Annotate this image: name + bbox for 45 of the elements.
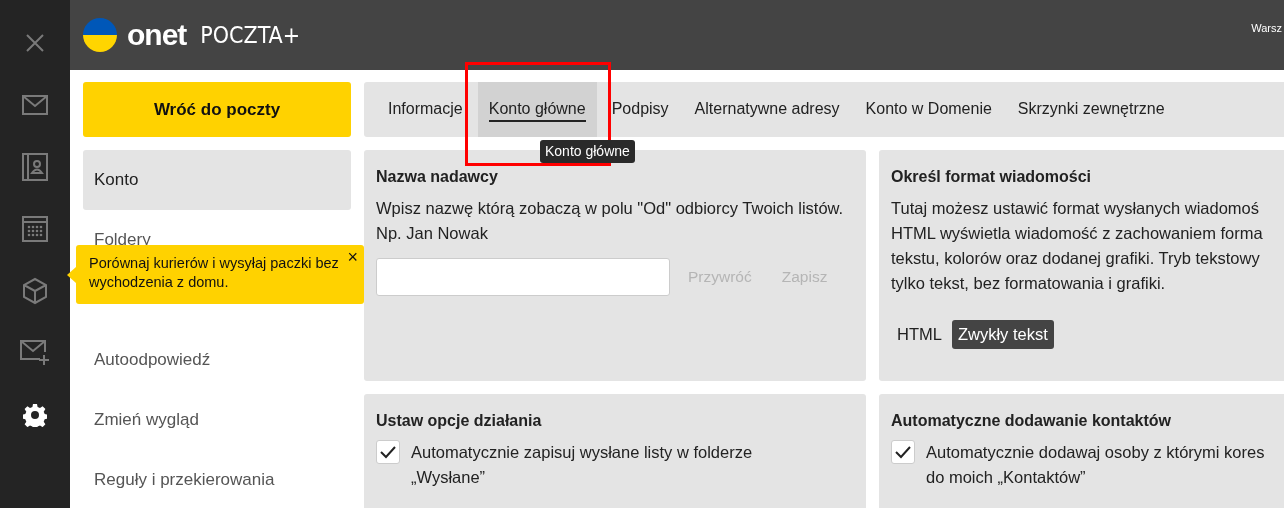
promo-text: Porównaj kurierów i wysyłaj paczki bez wychodzenia z domu. [89, 255, 339, 290]
menu-item[interactable]: Konto [83, 150, 351, 210]
mail-plus-icon [20, 340, 50, 366]
card-text-line: HTML wyświetla wiadomość z zachowaniem forma [891, 223, 1264, 244]
close-button[interactable]: × [347, 247, 358, 268]
card-title: Automatyczne dodawanie kontaktów [891, 412, 1173, 430]
tab[interactable]: Podpisy [600, 82, 680, 137]
location-text: Warsz [1251, 22, 1282, 34]
tab[interactable]: Alternatywne adresy [683, 82, 851, 137]
card-description: Wpisz nazwę którą zobaczą w polu "Od" odbiorcy Twoich listów. Np. Jan Nowak [376, 198, 845, 244]
tab[interactable]: Konto główne [477, 82, 597, 137]
format-option[interactable]: HTML [891, 320, 948, 349]
brand-name: onet [127, 18, 187, 52]
tab[interactable]: Skrzynki zewnętrzne [1006, 82, 1176, 137]
address-book-icon [22, 153, 48, 181]
checkbox-label: „Wysłane” [411, 467, 487, 488]
settings-icon [23, 403, 47, 427]
check-icon [380, 445, 396, 459]
check-icon [895, 445, 911, 459]
card-title: Ustaw opcje działania [376, 412, 543, 430]
checkbox-label: Automatycznie zapisuj wysłane listy w folderze [411, 442, 753, 463]
card-title: Określ format wiadomości [891, 168, 1093, 186]
close-icon [25, 33, 45, 53]
back-button[interactable]: Wróć do poczty [83, 82, 351, 137]
menu-item[interactable]: Zmień wygląd [83, 390, 351, 450]
format-option[interactable]: Zwykły tekst [951, 320, 1054, 349]
logo-icon [83, 18, 117, 52]
menu-item[interactable]: Reguły i przekierowania [83, 450, 351, 508]
envelope-icon [22, 95, 48, 115]
parcel-icon [22, 277, 48, 305]
tooltip: Konto główne [540, 140, 635, 163]
checkbox[interactable] [891, 440, 915, 464]
calendar-icon [22, 216, 48, 242]
tab[interactable]: Konto w Domenie [854, 82, 1003, 137]
sender-name-field[interactable] [376, 258, 670, 296]
card-text-line: tylko tekst, bez formatowania i grafiki. [891, 273, 1167, 294]
tab[interactable]: Informacje [377, 82, 474, 137]
checkbox-label: Automatycznie dodawaj osoby z którymi kores [926, 442, 1265, 463]
product-name: POCZTA+ [200, 22, 301, 48]
card-text-line: Tutaj możesz ustawić format wysłanych wiadomoś [891, 198, 1260, 219]
card-text-line: tekstu, kolorów oraz dodanej grafiki. Tryb tekstowy [891, 248, 1261, 269]
card-title: Nazwa nadawcy [376, 168, 499, 186]
checkbox[interactable] [376, 440, 400, 464]
menu-item[interactable]: Autoodpowiedź [83, 330, 351, 390]
checkbox-label: do moich „Kontaktów” [926, 467, 1087, 488]
